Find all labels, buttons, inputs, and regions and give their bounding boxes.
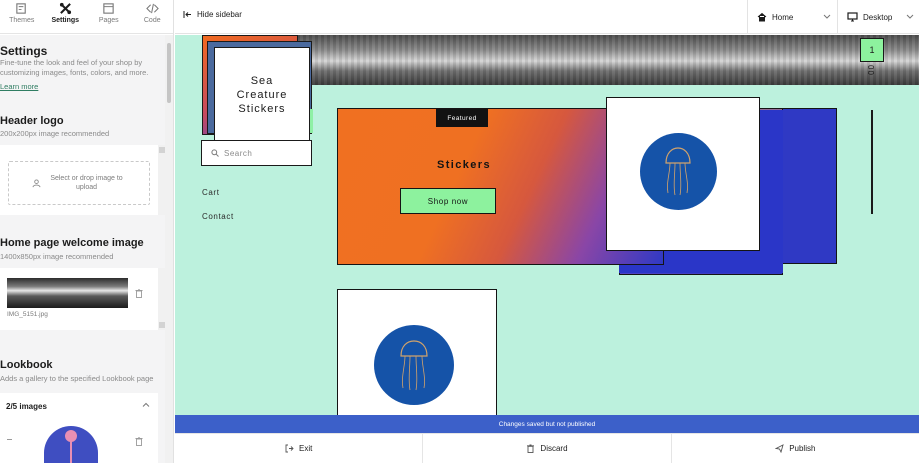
welcome-image-card: IMG_5151.jpg [0,268,166,330]
code-icon [145,3,159,14]
vertical-divider [871,110,873,214]
lookbook-image-thumbnail [44,426,98,463]
settings-description: Fine-tune the look and feel of your shop… [0,58,149,77]
tab-settings[interactable]: Settings [44,0,88,34]
jellyfish-icon [665,147,691,196]
store-preview: Sea Creature Stickers Search Cart Contac… [175,35,919,415]
home-icon [757,12,767,22]
welcome-image-thumbnail [7,278,128,308]
send-icon [775,444,784,453]
product-card[interactable] [337,289,497,415]
device-view-select[interactable]: Desktop [837,0,919,34]
header-logo-card: Select or drop image to upload [0,145,166,215]
theme-editor: Themes Settings Pages Code Settings Fine… [0,0,919,463]
search-icon [211,149,219,157]
paint-icon [16,3,27,14]
page-select[interactable]: Home [747,0,837,34]
store-logo[interactable]: Sea Creature Stickers [214,47,310,142]
shop-now-button[interactable]: Shop now [400,188,496,214]
chevron-down-icon [823,14,831,19]
user-icon [31,178,41,187]
search-placeholder: Search [224,148,253,158]
exit-label: Exit [298,444,313,453]
lookbook-description: Adds a gallery to the specified Lookbook… [0,374,154,383]
tab-themes-label: Themes [9,17,35,24]
welcome-banner-image [255,35,919,85]
featured-title: Stickers [436,159,491,171]
tab-settings-label: Settings [51,17,80,24]
tab-pages[interactable]: Pages [87,0,131,34]
header-logo-hint: 200x200px image recommended [0,129,110,138]
pages-icon [103,3,114,14]
device-view-value: Desktop [863,12,893,22]
vertical-text: 00 [866,65,875,76]
lookbook-gallery-card: 2/5 images [0,393,158,463]
product-card[interactable] [606,97,760,251]
sidebar: Themes Settings Pages Code Settings Fine… [0,0,174,463]
lookbook-count: 2/5 images [6,402,47,411]
arrow-left-icon [183,11,191,18]
trash-icon[interactable] [135,437,143,446]
top-bar: Hide sidebar Home Desktop [175,0,919,34]
lookbook-title: Lookbook [0,359,53,371]
sidebar-panel: Settings Fine-tune the look and feel of … [0,35,166,463]
tab-code[interactable]: Code [131,0,174,34]
header-logo-dropzone[interactable]: Select or drop image to upload [8,161,150,205]
welcome-image-title: Home page welcome image [0,237,144,249]
welcome-image-hint: 1400x850px image recommended [0,252,114,261]
desktop-icon [847,12,858,22]
chevron-up-icon[interactable] [142,401,150,409]
learn-more-link[interactable]: Learn more [0,82,38,91]
nav-link-cart[interactable]: Cart [202,188,220,197]
tab-code-label: Code [143,17,161,24]
tab-pages-label: Pages [98,17,119,24]
bottom-action-bar: Exit Discard Publish [175,433,919,463]
jellyfish-sticker-image [374,325,454,405]
publish-button[interactable]: Publish [672,434,919,463]
dropzone-text: Select or drop image to upload [50,175,123,191]
header-logo-title: Header logo [0,115,64,127]
exit-icon [285,444,294,453]
trash-icon[interactable] [135,289,143,298]
discard-label: Discard [540,444,568,453]
cart-count-badge[interactable]: 1 [860,38,884,62]
sidebar-scrollbar[interactable] [165,35,173,463]
sidebar-scrollbar-thumb[interactable] [167,43,171,103]
chevron-down-icon [906,14,914,19]
page-select-value: Home [772,12,794,22]
jellyfish-icon [400,340,428,391]
publish-label: Publish [789,444,816,453]
drag-handle-icon[interactable] [7,439,12,440]
hide-sidebar-label: Hide sidebar [197,10,242,19]
sidebar-tabs: Themes Settings Pages Code [0,0,174,34]
exit-button[interactable]: Exit [175,434,424,463]
store-search-input[interactable]: Search [201,140,312,166]
featured-tag: Featured [436,109,488,127]
trash-icon [527,444,535,453]
discard-button[interactable]: Discard [423,434,672,463]
hide-sidebar-button[interactable]: Hide sidebar [183,10,242,19]
tab-themes[interactable]: Themes [0,0,44,34]
save-status-bar: Changes saved but not published [175,415,919,433]
settings-title: Settings [0,44,48,58]
save-status-message: Changes saved but not published [498,420,596,428]
welcome-image-filename: IMG_5151.jpg [7,311,48,318]
tools-icon [59,2,71,15]
jellyfish-sticker-image [640,133,717,210]
nav-link-contact[interactable]: Contact [202,212,234,221]
store-logo-text: Sea Creature Stickers [236,74,288,115]
